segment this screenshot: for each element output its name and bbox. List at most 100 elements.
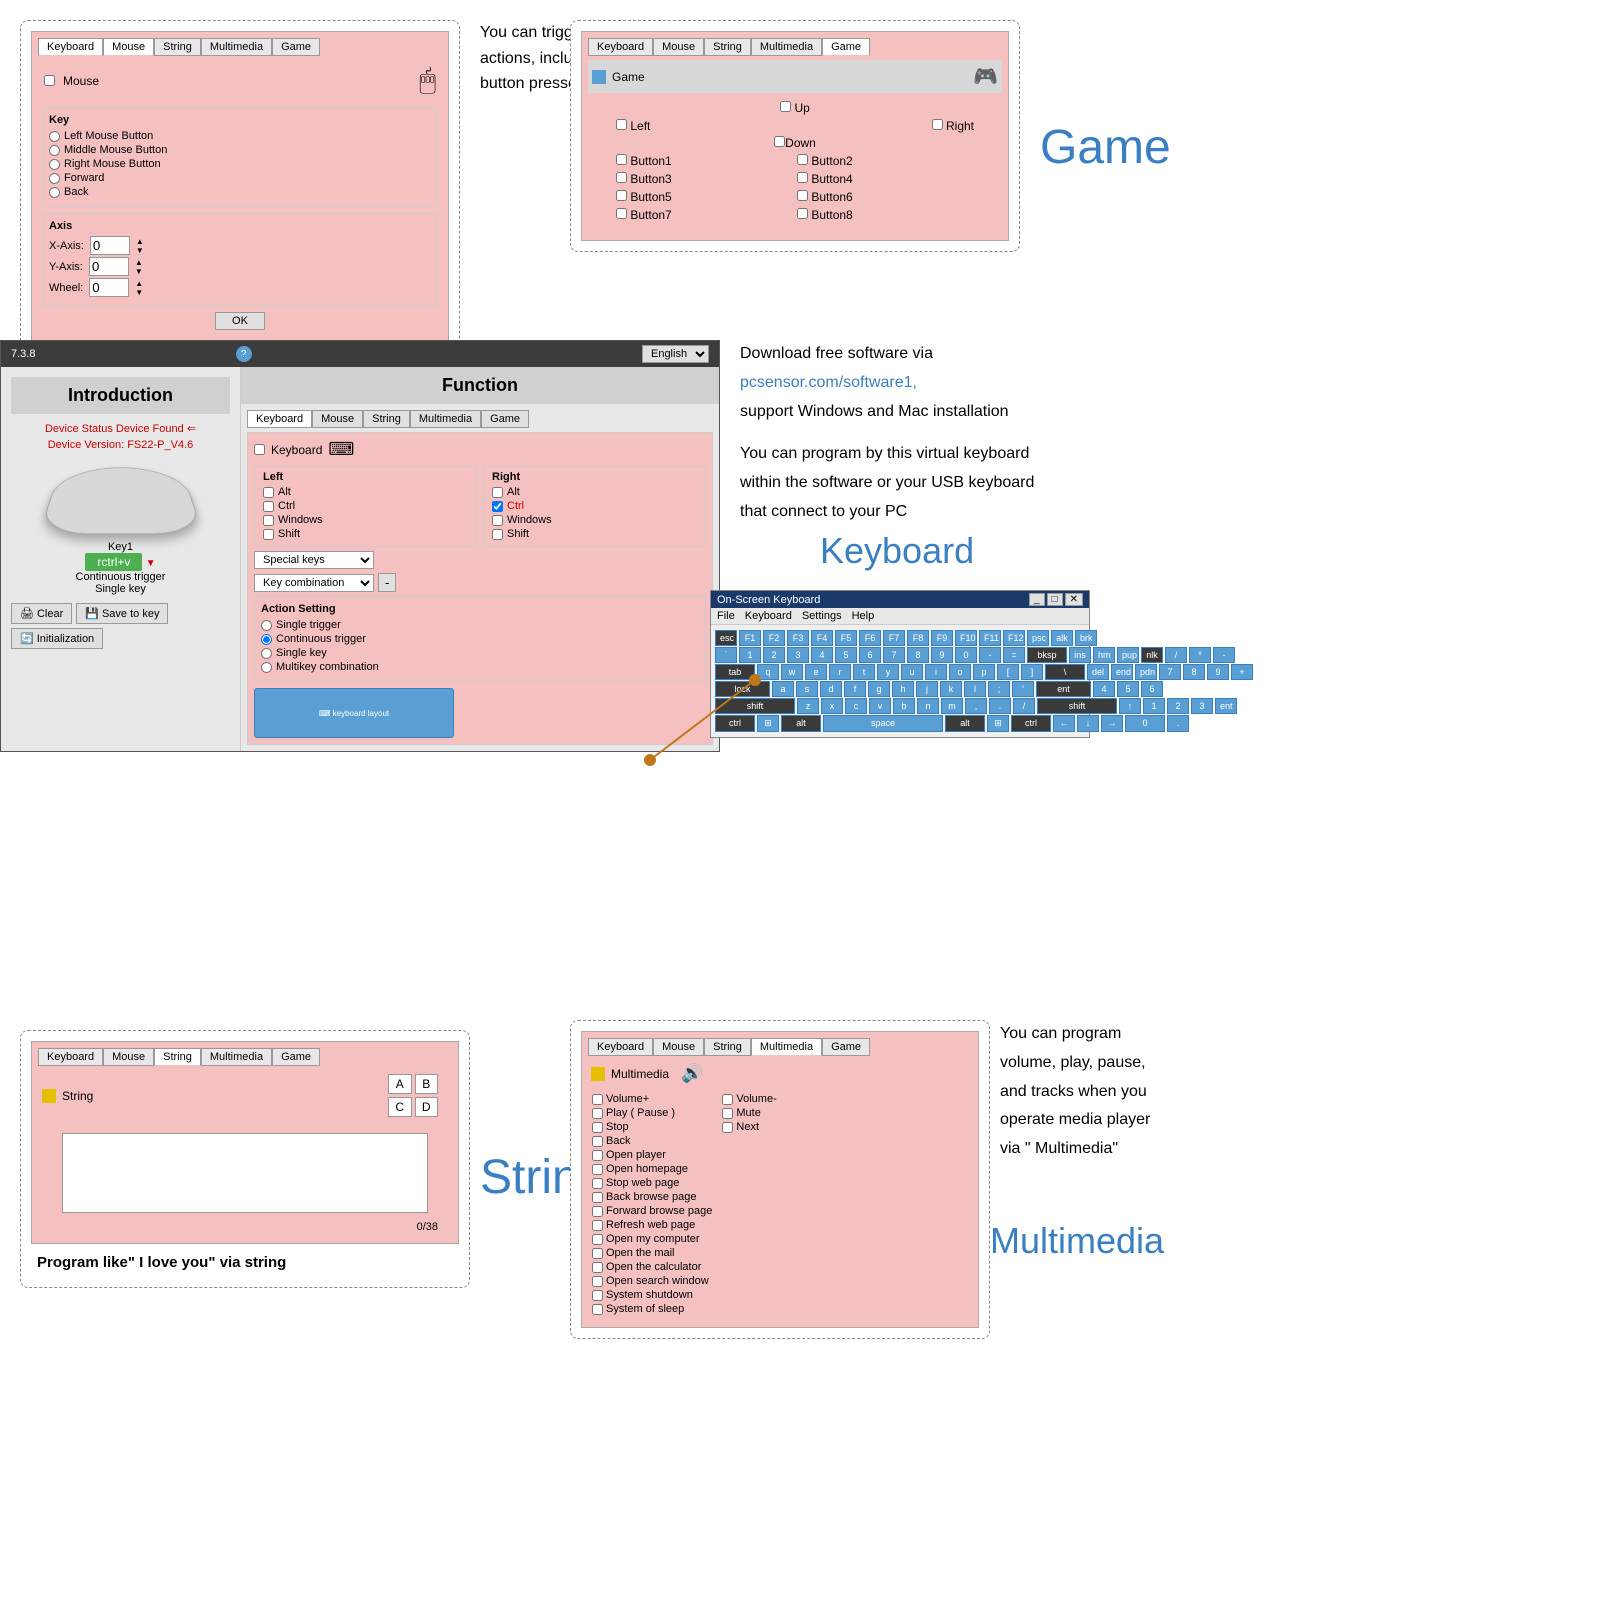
osk-key-6[interactable]: 6 [859,647,881,663]
osk-key-f9[interactable]: F9 [931,630,953,646]
osk-key-f4[interactable]: F4 [811,630,833,646]
tab-mouse[interactable]: Mouse [103,38,154,56]
multi-openhome[interactable]: Open homepage [592,1163,712,1175]
osk-key-num2[interactable]: 2 [1167,698,1189,714]
osk-key-e[interactable]: e [805,664,827,680]
down-checkbox[interactable] [774,136,785,147]
btn3-checkbox[interactable] [616,172,627,183]
osk-key-2[interactable]: 2 [763,647,785,663]
osk-key-alk[interactable]: alk [1051,630,1073,646]
osk-key-a[interactable]: a [772,681,794,697]
wheel-input[interactable] [89,278,129,297]
wheel-up[interactable]: ▲ [135,279,143,288]
middle-mouse-btn[interactable]: Middle Mouse Button [49,144,431,156]
multi-stopweb[interactable]: Stop web page [592,1177,712,1189]
tab-string-mouse[interactable]: String [154,38,201,56]
btn6-checkbox[interactable] [797,190,808,201]
osk-key-z[interactable]: z [797,698,819,714]
osk-key-f2[interactable]: F2 [763,630,785,646]
osk-key-c[interactable]: c [845,698,867,714]
osk-key-num0[interactable]: 0 [1125,715,1165,732]
osk-key-x[interactable]: x [821,698,843,714]
tab-keyboard-mouse[interactable]: Keyboard [38,38,103,56]
osk-key-9[interactable]: 9 [931,647,953,663]
multi-play[interactable]: Play ( Pause ) [592,1107,712,1119]
func-tab-mouse[interactable]: Mouse [312,410,363,428]
osk-key-ralt[interactable]: alt [945,715,985,732]
osk-key-lshift[interactable]: shift [715,698,795,714]
osk-key-num3[interactable]: 3 [1191,698,1213,714]
initialization-button[interactable]: 🔄 Initialization [11,628,103,649]
osk-key-nummul[interactable]: * [1189,647,1211,663]
osk-key-3[interactable]: 3 [787,647,809,663]
osk-key-f1[interactable]: F1 [739,630,761,646]
osk-key-num1[interactable]: 1 [1143,698,1165,714]
osk-menu-settings[interactable]: Settings [802,610,842,622]
osk-key-nlk[interactable]: nlk [1141,647,1163,663]
key-combination-select[interactable]: Key combination [254,574,374,592]
osk-key-s[interactable]: s [796,681,818,697]
btn5-checkbox[interactable] [616,190,627,201]
tab-multimedia-str[interactable]: Multimedia [201,1048,272,1066]
tab-string[interactable]: String [154,1048,201,1066]
osk-key-f3[interactable]: F3 [787,630,809,646]
xaxis-down[interactable]: ▼ [136,246,144,255]
multi-mail[interactable]: Open the mail [592,1247,712,1259]
osk-key-l[interactable]: l [964,681,986,697]
osk-key-w[interactable]: w [781,664,803,680]
right-shift[interactable]: Shift [492,528,697,540]
tab-multimedia-game[interactable]: Multimedia [751,38,822,56]
btn2-checkbox[interactable] [797,154,808,165]
save-to-key-button[interactable]: 💾 Save to key [76,603,168,624]
str-textarea[interactable] [62,1133,427,1213]
osk-key-t[interactable]: t [853,664,875,680]
help-icon[interactable]: ? [236,346,252,362]
multi-volumeplus[interactable]: Volume+ [592,1093,712,1105]
osk-key-f6[interactable]: F6 [859,630,881,646]
right-ctrl[interactable]: Ctrl [492,500,697,512]
osk-menu-help[interactable]: Help [852,610,875,622]
osk-key-m[interactable]: m [941,698,963,714]
osk-key-5[interactable]: 5 [835,647,857,663]
osk-key-lock[interactable]: lock [715,681,770,697]
osk-key-q[interactable]: q [757,664,779,680]
osk-key-f12[interactable]: F12 [1003,630,1025,646]
left-alt[interactable]: Alt [263,486,468,498]
osk-key-u[interactable]: u [901,664,923,680]
osk-key-pdn[interactable]: pdn [1135,664,1157,680]
osk-key-brk[interactable]: brk [1075,630,1097,646]
right-windows[interactable]: Windows [492,514,697,526]
multi-stop[interactable]: Stop [592,1121,712,1133]
single-key-row[interactable]: Single key [261,647,699,659]
osk-key-o[interactable]: o [949,664,971,680]
single-trigger-row[interactable]: Single trigger [261,619,699,631]
str-key-d[interactable]: D [415,1097,439,1117]
language-select[interactable]: English [642,345,709,363]
tab-multimedia-mouse[interactable]: Multimedia [201,38,272,56]
multi-search[interactable]: Open search window [592,1275,712,1287]
multi-refresh[interactable]: Refresh web page [592,1219,712,1231]
tab-game[interactable]: Game [822,38,870,56]
tab-game-multi[interactable]: Game [822,1038,870,1056]
btn8-checkbox[interactable] [797,208,808,219]
osk-key-del[interactable]: del [1087,664,1109,680]
osk-key-numdot[interactable]: . [1167,715,1189,732]
tab-multimedia[interactable]: Multimedia [751,1038,822,1056]
osk-key-minus[interactable]: - [979,647,1001,663]
tab-string-multi[interactable]: String [704,1038,751,1056]
osk-key-rbracket[interactable]: ] [1021,664,1043,680]
osk-key-numplus[interactable]: + [1231,664,1253,680]
func-tab-keyboard[interactable]: Keyboard [247,410,312,428]
osk-key-num4[interactable]: 4 [1093,681,1115,697]
osk-key-rwin[interactable]: ⊞ [987,715,1009,732]
osk-key-num6[interactable]: 6 [1141,681,1163,697]
mouse-ok-button[interactable]: OK [215,312,265,330]
yaxis-down[interactable]: ▼ [135,267,143,276]
osk-key-numminus[interactable]: - [1213,647,1235,663]
osk-key-b[interactable]: b [893,698,915,714]
osk-key-r[interactable]: r [829,664,851,680]
special-keys-select[interactable]: Special keys [254,551,374,569]
func-tab-multimedia[interactable]: Multimedia [410,410,481,428]
up-checkbox[interactable] [780,101,791,112]
osk-key-numenter[interactable]: ent [1215,698,1237,714]
